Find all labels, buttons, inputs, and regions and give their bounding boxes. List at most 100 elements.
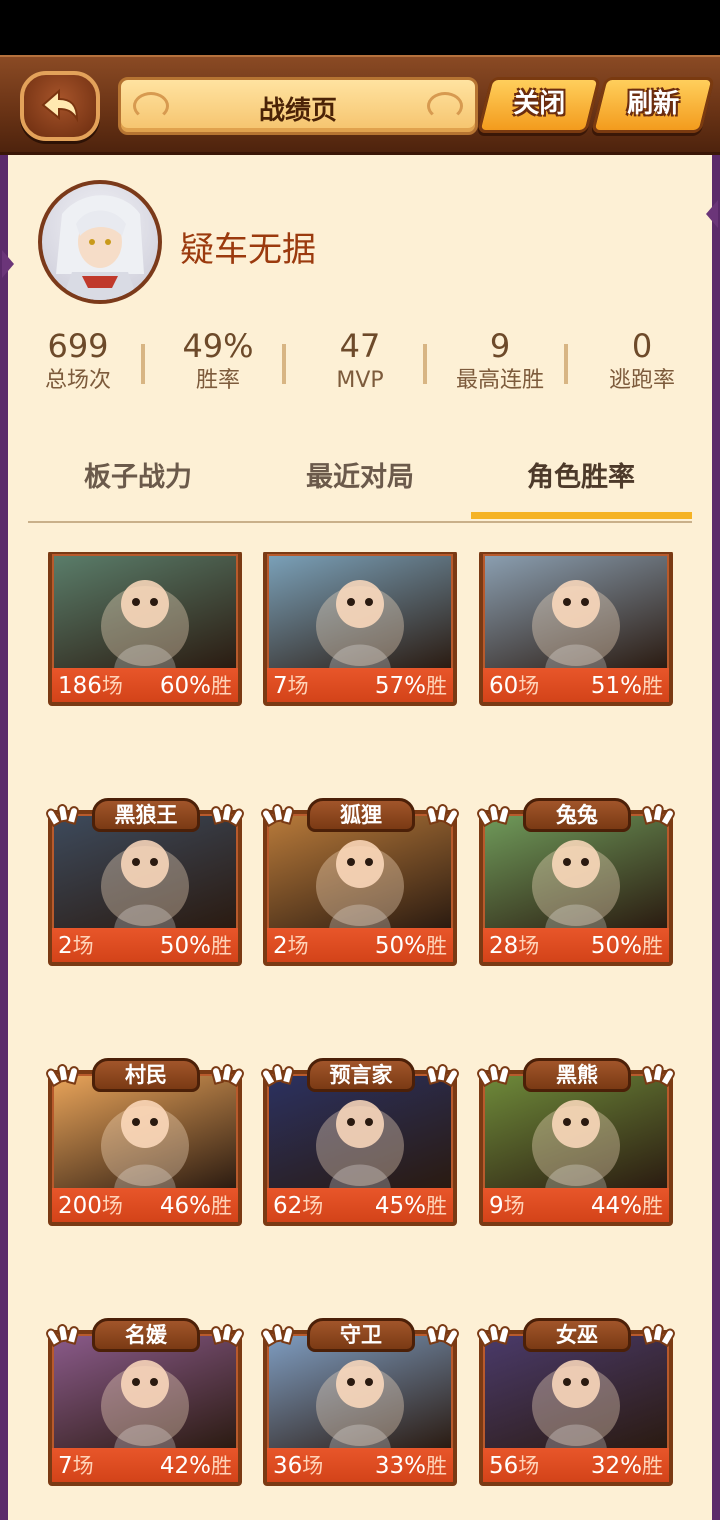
role-card[interactable]: 186场 60%胜 xyxy=(48,552,242,706)
stats-row: 699 总场次 49% 胜率 47 MVP 9 最高连胜 0 逃跑率 xyxy=(10,326,710,406)
role-card[interactable]: 7场 57%胜 xyxy=(263,552,457,706)
stat-divider xyxy=(141,344,145,384)
win-rate-value: 50% xyxy=(159,933,211,959)
win-rate-unit: 胜 xyxy=(426,1454,447,1478)
stat-divider xyxy=(423,344,427,384)
fox-art xyxy=(269,816,451,930)
role-card[interactable]: 62场 45%胜 预言家 xyxy=(259,1058,461,1226)
win-rate: 50%胜 xyxy=(375,930,447,960)
role-card[interactable]: 2场 50%胜 黑狼王 xyxy=(44,798,246,966)
card-footer: 186场 60%胜 xyxy=(52,668,238,702)
card-footer: 56场 32%胜 xyxy=(483,1448,669,1482)
stat-max-streak: 9 最高连胜 xyxy=(440,326,560,396)
games-unit: 场 xyxy=(287,674,309,698)
win-rate-unit: 胜 xyxy=(211,1454,232,1478)
games-unit: 场 xyxy=(518,674,540,698)
guard-art xyxy=(269,1336,451,1450)
refresh-button-label: 刷新 xyxy=(627,89,680,119)
tab-recent-matches[interactable]: 最近对局 xyxy=(250,455,470,501)
page-title: 战绩页 xyxy=(258,96,337,126)
title-plate: 战绩页 xyxy=(118,77,478,135)
win-rate: 42%胜 xyxy=(160,1450,232,1480)
stat-value: 9 xyxy=(489,327,511,365)
stat-label: 逃跑率 xyxy=(608,368,675,393)
games-unit: 场 xyxy=(101,674,123,698)
claw-right-icon xyxy=(637,1323,677,1348)
stat-value: 49% xyxy=(182,327,254,365)
games-count: 186场 xyxy=(58,670,123,700)
games-unit: 场 xyxy=(302,1454,324,1478)
stat-label: MVP xyxy=(336,368,384,393)
stat-label: 胜率 xyxy=(195,368,240,393)
claw-right-icon xyxy=(421,803,461,828)
role-card[interactable]: 56场 32%胜 女巫 xyxy=(475,1318,677,1486)
games-value: 2 xyxy=(273,933,288,959)
win-rate-value: 46% xyxy=(159,1193,211,1219)
role-name: 兔兔 xyxy=(523,798,631,832)
games-unit: 场 xyxy=(518,934,540,958)
win-rate-value: 32% xyxy=(590,1453,642,1479)
games-value: 36 xyxy=(273,1453,303,1479)
win-rate-value: 33% xyxy=(374,1453,426,1479)
avatar[interactable] xyxy=(38,180,162,304)
username: 疑车无据 xyxy=(180,230,316,270)
claw-left-icon xyxy=(259,1323,299,1348)
stat-mvp: 47 MVP xyxy=(300,326,420,396)
win-rate-unit: 胜 xyxy=(642,1194,663,1218)
back-button[interactable] xyxy=(20,71,100,141)
games-count: 2场 xyxy=(58,930,94,960)
stat-label: 最高连胜 xyxy=(455,368,544,393)
games-unit: 场 xyxy=(287,934,309,958)
claw-left-icon xyxy=(44,803,84,828)
stat-total-games: 699 总场次 xyxy=(18,326,138,396)
role-card[interactable]: 36场 33%胜 守卫 xyxy=(259,1318,461,1486)
role-name: 守卫 xyxy=(307,1318,415,1352)
stat-label: 总场次 xyxy=(44,368,111,393)
games-count: 62场 xyxy=(273,1190,323,1220)
win-rate: 33%胜 xyxy=(375,1450,447,1480)
villager-art xyxy=(54,1076,236,1190)
win-rate-unit: 胜 xyxy=(426,1194,447,1218)
socialite-art xyxy=(54,1336,236,1450)
role-card[interactable]: 28场 50%胜 兔兔 xyxy=(475,798,677,966)
role-name: 女巫 xyxy=(523,1318,631,1352)
role-card[interactable]: 200场 46%胜 村民 xyxy=(44,1058,246,1226)
stat-divider xyxy=(282,344,286,384)
win-rate: 44%胜 xyxy=(591,1190,663,1220)
close-button[interactable]: 关闭 xyxy=(477,77,601,133)
role-card[interactable]: 2场 50%胜 狐狸 xyxy=(259,798,461,966)
role-card[interactable]: 60场 51%胜 xyxy=(479,552,673,706)
tab-role-win-rate[interactable]: 角色胜率 xyxy=(471,455,691,501)
win-rate-value: 44% xyxy=(590,1193,642,1219)
card-footer: 2场 50%胜 xyxy=(267,928,453,962)
status-bar xyxy=(0,0,720,55)
stat-value: 47 xyxy=(339,327,381,365)
stat-win-rate: 49% 胜率 xyxy=(158,326,278,396)
games-unit: 场 xyxy=(302,1194,324,1218)
games-count: 28场 xyxy=(489,930,539,960)
tab-board-power[interactable]: 板子战力 xyxy=(28,455,248,501)
win-rate-unit: 胜 xyxy=(211,1194,232,1218)
role-grid[interactable]: 186场 60%胜 7场 57%胜 60场 51%胜 2场 50%胜 黑狼王 2场 50%胜 狐狸 28… xyxy=(0,552,720,1520)
claw-left-icon xyxy=(259,803,299,828)
card-footer: 9场 44%胜 xyxy=(483,1188,669,1222)
role-card[interactable]: 9场 44%胜 黑熊 xyxy=(475,1058,677,1226)
games-value: 200 xyxy=(58,1193,102,1219)
games-value: 9 xyxy=(489,1193,504,1219)
win-rate: 32%胜 xyxy=(591,1450,663,1480)
role-name: 预言家 xyxy=(307,1058,415,1092)
claw-right-icon xyxy=(637,803,677,828)
role-card[interactable]: 7场 42%胜 名媛 xyxy=(44,1318,246,1486)
claw-right-icon xyxy=(206,803,246,828)
games-value: 7 xyxy=(273,673,288,699)
wolf-art xyxy=(54,556,236,670)
claw-left-icon xyxy=(44,1063,84,1088)
role-name: 村民 xyxy=(92,1058,200,1092)
claw-left-icon xyxy=(475,803,515,828)
games-value: 56 xyxy=(489,1453,519,1479)
card-footer: 200场 46%胜 xyxy=(52,1188,238,1222)
stat-value: 0 xyxy=(631,327,653,365)
games-count: 36场 xyxy=(273,1450,323,1480)
games-count: 200场 xyxy=(58,1190,123,1220)
refresh-button[interactable]: 刷新 xyxy=(591,77,715,133)
